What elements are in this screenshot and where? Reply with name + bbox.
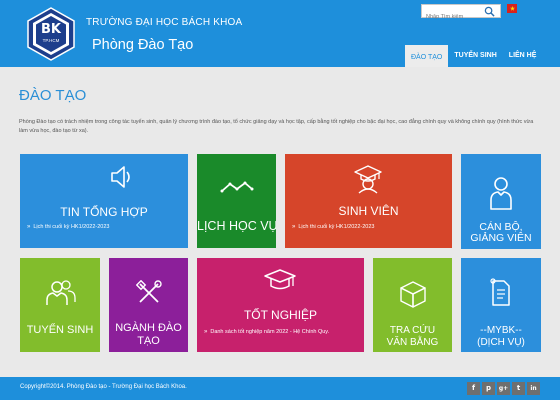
- nav-lien-he[interactable]: LIÊN HỆ: [503, 45, 543, 67]
- student-icon: [354, 165, 382, 194]
- tile-title: LỊCH HỌC VỤ: [197, 219, 276, 233]
- linkedin-icon[interactable]: in: [527, 382, 540, 395]
- tile-title: SINH VIÊN: [338, 204, 399, 218]
- facebook-icon[interactable]: f: [467, 382, 480, 395]
- university-logo[interactable]: BK TP.HCM: [26, 7, 76, 61]
- tile-title-line2: GIẢNG VIÊN: [470, 232, 532, 244]
- tile-sinh-vien[interactable]: SINH VIÊN » Lịch thi cuối kỳ HK1/2022-20…: [285, 154, 452, 248]
- users-icon: [46, 280, 76, 305]
- nav-dao-tao[interactable]: ĐÀO TẠO: [405, 45, 449, 67]
- tile-title: TỐT NGHIỆP: [243, 308, 318, 322]
- pinterest-icon[interactable]: p: [482, 382, 495, 395]
- tile-title: TUYỂN SINH: [26, 324, 94, 336]
- tile-link[interactable]: » Danh sách tốt nghiệp năm 2022 - Hệ Chí…: [204, 329, 329, 335]
- double-arrow-icon: »: [292, 224, 296, 230]
- vietnam-flag-icon[interactable]: [507, 4, 517, 13]
- twitter-icon[interactable]: t: [512, 382, 525, 395]
- page-title: ĐÀO TẠO: [19, 87, 87, 104]
- tile-title-line1: NGÀNH ĐÀO: [115, 322, 182, 334]
- tile-title-line2: TẠO: [137, 335, 160, 347]
- tile-title-line2: VĂN BẰNG: [386, 337, 439, 348]
- tile-link-text: Lịch thi cuối kỳ HK1/2022-2023: [298, 224, 375, 230]
- header: BK TP.HCM TRƯỜNG ĐẠI HỌC BÁCH KHOA Phòng…: [0, 0, 560, 67]
- box-icon: [400, 281, 426, 308]
- tile-tot-nghiep[interactable]: TỐT NGHIỆP » Danh sách tốt nghiệp năm 20…: [197, 258, 364, 352]
- tile-tra-cuu-van-bang[interactable]: TRA CỨU VĂN BẰNG: [373, 258, 452, 352]
- line-chart-icon: [220, 181, 254, 193]
- speaker-icon: [111, 166, 130, 188]
- person-icon: [490, 177, 512, 210]
- search-input[interactable]: [422, 11, 482, 23]
- graduation-cap-icon: [264, 269, 296, 290]
- search-icon[interactable]: [484, 6, 495, 17]
- department-name: Phòng Đào Tạo: [92, 37, 194, 53]
- nav-tuyen-sinh[interactable]: TUYỂN SINH: [448, 45, 502, 67]
- page-description: Phòng Đào tạo có trách nhiệm trong công …: [19, 119, 534, 134]
- double-arrow-icon: »: [27, 224, 31, 230]
- tile-lich-hoc-vu[interactable]: LỊCH HỌC VỤ: [197, 154, 276, 248]
- tile-title-line2: (DỊCH VỤ): [477, 337, 525, 348]
- main-nav: ĐÀO TẠO TUYỂN SINH LIÊN HỆ: [405, 45, 542, 67]
- tile-link-text: Danh sách tốt nghiệp năm 2022 - Hệ Chính…: [210, 329, 330, 335]
- tile-link[interactable]: » Lịch thi cuối kỳ HK1/2022-2023: [27, 224, 109, 230]
- document-icon: [490, 278, 510, 306]
- tile-nganh-dao-tao[interactable]: NGÀNH ĐÀO TẠO: [109, 258, 188, 352]
- tile-title: TIN TỔNG HỢP: [60, 205, 148, 219]
- university-name: TRƯỜNG ĐẠI HỌC BÁCH KHOA: [86, 17, 243, 28]
- tile-link[interactable]: » Lịch thi cuối kỳ HK1/2022-2023: [292, 224, 374, 230]
- double-arrow-icon: »: [204, 329, 208, 335]
- tools-icon: [136, 280, 162, 303]
- google-plus-icon[interactable]: g+: [497, 382, 510, 395]
- tile-can-bo-giang-vien[interactable]: CÁN BỘ, GIẢNG VIÊN: [461, 154, 541, 249]
- logo-text: BK: [41, 22, 61, 37]
- tile-tuyen-sinh[interactable]: TUYỂN SINH: [20, 258, 100, 352]
- search-box: [421, 4, 501, 23]
- tile-mybk[interactable]: --MYBK-- (DỊCH VỤ): [461, 258, 541, 352]
- footer: Copyright©2014. Phòng Đào tạo - Trường Đ…: [0, 377, 560, 400]
- tile-link-text: Lịch thi cuối kỳ HK1/2022-2023: [33, 224, 110, 230]
- copyright-text: Copyright©2014. Phòng Đào tạo - Trường Đ…: [20, 384, 187, 390]
- tile-tin-tong-hop[interactable]: TIN TỔNG HỢP » Lịch thi cuối kỳ HK1/2022…: [20, 154, 188, 248]
- logo-subtext: TP.HCM: [42, 38, 60, 43]
